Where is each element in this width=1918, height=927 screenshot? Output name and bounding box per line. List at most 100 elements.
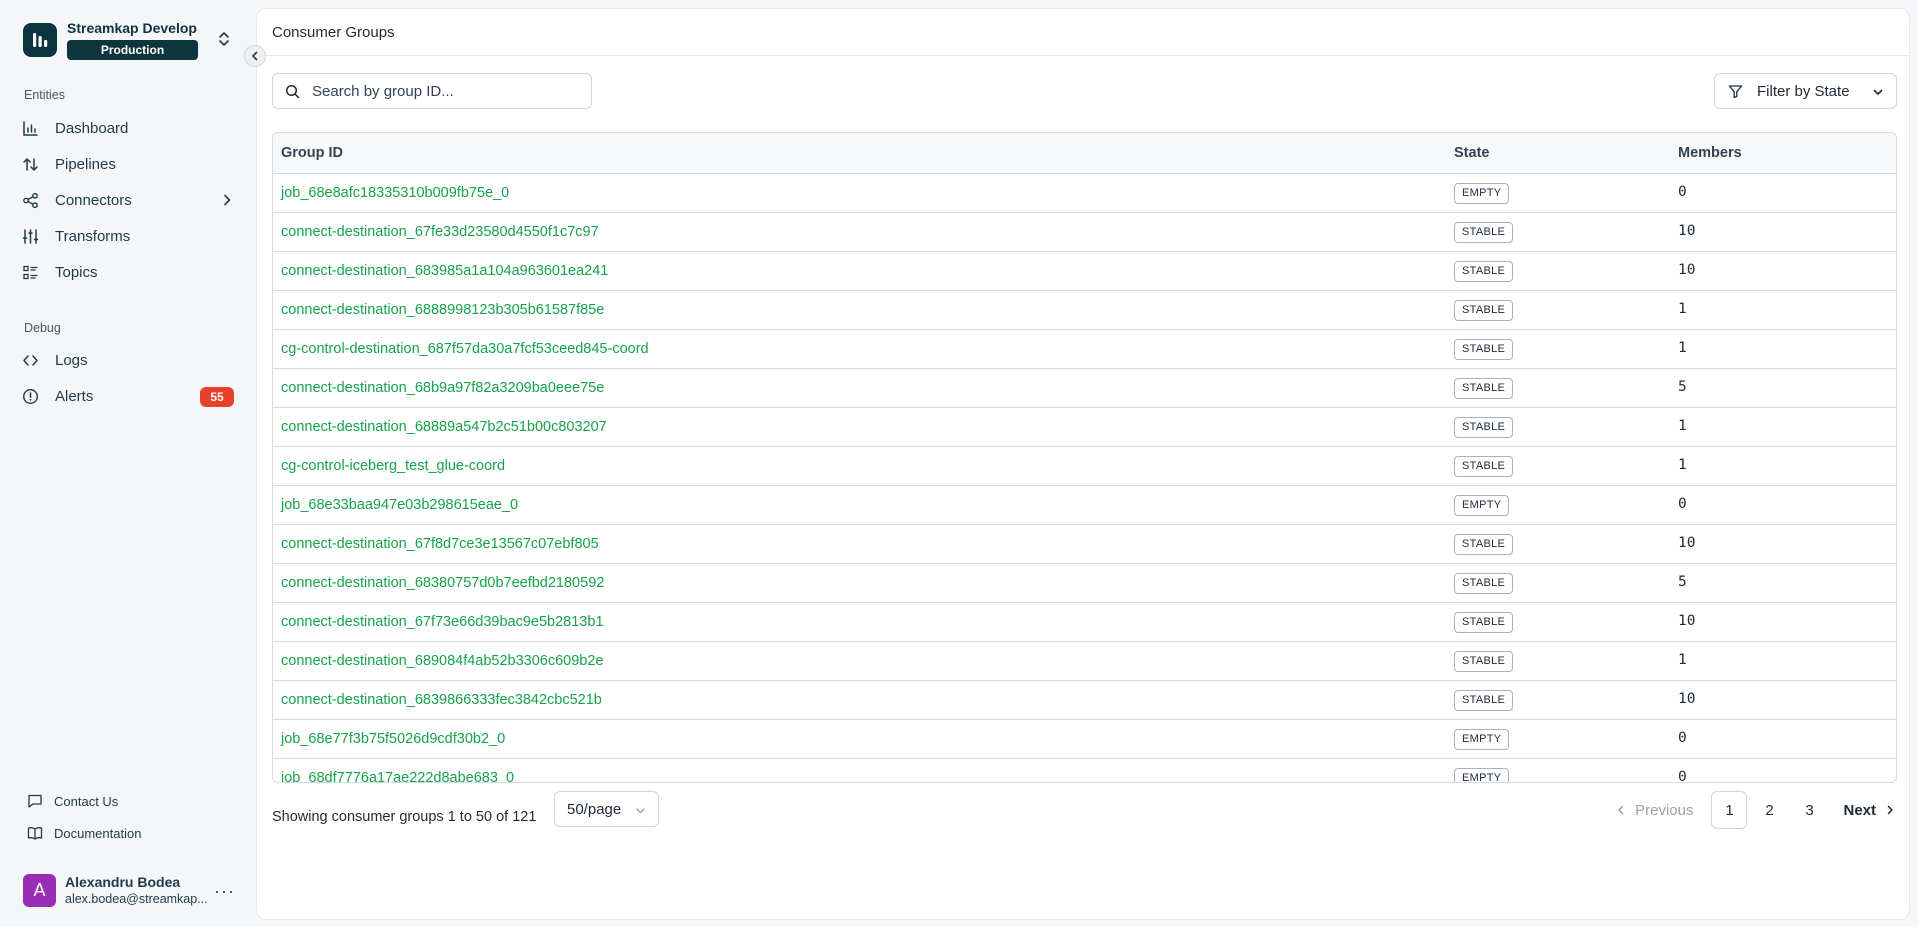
contact-us-label: Contact Us <box>54 793 119 809</box>
chevron-right-icon <box>1887 805 1893 815</box>
sidebar-item-label: Alerts <box>55 387 94 405</box>
search-icon <box>285 84 300 98</box>
members-count: 1 <box>1678 301 1687 317</box>
group-id-link[interactable]: connect-destination_67fe33d23580d4550f1c… <box>281 224 599 240</box>
group-id-link[interactable]: connect-destination_6839866333fec3842cbc… <box>281 692 602 708</box>
members-count: 10 <box>1678 613 1696 629</box>
user-menu[interactable]: A Alexandru Bodea alex.bodea@streamkap..… <box>23 873 235 907</box>
divider <box>257 55 1909 56</box>
state-badge: STABLE <box>1454 222 1514 243</box>
state-badge: STABLE <box>1454 417 1514 438</box>
alert-count-badge: 55 <box>200 387 234 407</box>
table-row[interactable]: job_68df7776a17ae222d8abe683_0 EMPTY 0 <box>273 759 1896 782</box>
share-icon <box>23 192 38 208</box>
header-members[interactable]: Members <box>1678 145 1742 161</box>
table-row[interactable]: cg-control-iceberg_test_glue-coord STABLE… <box>273 447 1896 486</box>
chevron-down-icon <box>636 808 645 814</box>
sidebar-item-label: Dashboard <box>55 119 129 137</box>
sidebar-item-connectors[interactable]: Connectors <box>22 185 234 215</box>
state-badge: STABLE <box>1454 261 1514 282</box>
consumer-groups-table: Group ID State Members job_68e8afc183353… <box>272 132 1897 783</box>
state-badge: STABLE <box>1454 573 1514 594</box>
documentation-link[interactable]: Documentation <box>27 825 141 841</box>
section-label-debug: Debug <box>24 321 61 335</box>
group-id-link[interactable]: job_68e77f3b75f5026d9cdf30b2_0 <box>281 731 505 747</box>
state-badge: EMPTY <box>1454 768 1510 782</box>
sidebar-item-transforms[interactable]: Transforms <box>22 221 234 251</box>
group-id-link[interactable]: connect-destination_6888998123b305b61587… <box>281 302 604 318</box>
table-row[interactable]: connect-destination_6888998123b305b61587… <box>273 291 1896 330</box>
group-id-link[interactable]: job_68e33baa947e03b298615eae_0 <box>281 497 518 513</box>
state-badge: STABLE <box>1454 534 1514 555</box>
table-header: Group ID State Members <box>273 133 1896 174</box>
page-2-button[interactable]: 2 <box>1751 791 1787 829</box>
members-count: 10 <box>1678 535 1696 551</box>
group-id-link[interactable]: connect-destination_68b9a97f82a3209ba0ee… <box>281 380 604 396</box>
members-count: 0 <box>1678 184 1687 200</box>
state-badge: STABLE <box>1454 300 1514 321</box>
group-id-link[interactable]: connect-destination_689084f4ab52b3306c60… <box>281 653 604 669</box>
members-count: 5 <box>1678 574 1687 590</box>
table-row[interactable]: connect-destination_68380757d0b7eefbd218… <box>273 564 1896 603</box>
sidebar-item-topics[interactable]: Topics <box>22 257 234 287</box>
page-size-select[interactable]: 50/page <box>554 791 659 827</box>
sidebar-item-label: Topics <box>55 263 98 281</box>
sidebar-item-dashboard[interactable]: Dashboard <box>22 113 234 143</box>
sidebar-item-label: Transforms <box>55 227 131 245</box>
state-badge: EMPTY <box>1454 183 1510 204</box>
group-id-link[interactable]: connect-destination_68889a547b2c51b00c80… <box>281 419 607 435</box>
group-id-link[interactable]: connect-destination_67f73e66d39bac9e5b28… <box>281 614 604 630</box>
table-row[interactable]: connect-destination_683985a1a104a963601e… <box>273 252 1896 291</box>
members-count: 1 <box>1678 418 1687 434</box>
table-row[interactable]: connect-destination_67fe33d23580d4550f1c… <box>273 213 1896 252</box>
members-count: 0 <box>1678 730 1687 746</box>
header-group-id[interactable]: Group ID <box>281 145 343 161</box>
table-row[interactable]: job_68e8afc18335310b009fb75e_0 EMPTY 0 <box>273 174 1896 213</box>
search-input[interactable] <box>312 82 572 100</box>
sidebar-item-pipelines[interactable]: Pipelines <box>22 149 234 179</box>
contact-us-link[interactable]: Contact Us <box>27 793 118 809</box>
sidebar-item-alerts[interactable]: Alerts 55 <box>22 381 234 411</box>
filter-by-state-dropdown[interactable]: Filter by State <box>1714 73 1897 109</box>
alert-icon <box>22 388 39 404</box>
table-row[interactable]: connect-destination_67f8d7ce3e13567c07eb… <box>273 525 1896 564</box>
chevron-left-icon <box>252 51 258 61</box>
pagination: Previous 1 2 3 Next <box>1615 791 1896 829</box>
group-id-link[interactable]: connect-destination_68380757d0b7eefbd218… <box>281 575 604 591</box>
more-options-icon[interactable]: ··· <box>214 881 235 902</box>
sidebar-item-logs[interactable]: Logs <box>22 345 234 375</box>
table-row[interactable]: connect-destination_68889a547b2c51b00c80… <box>273 408 1896 447</box>
table-row[interactable]: connect-destination_689084f4ab52b3306c60… <box>273 642 1896 681</box>
header-state[interactable]: State <box>1454 145 1489 161</box>
group-id-link[interactable]: connect-destination_683985a1a104a963601e… <box>281 263 608 279</box>
table-row[interactable]: connect-destination_6839866333fec3842cbc… <box>273 681 1896 720</box>
table-row[interactable]: job_68e77f3b75f5026d9cdf30b2_0 EMPTY 0 <box>273 720 1896 759</box>
group-id-link[interactable]: cg-control-iceberg_test_glue-coord <box>281 458 505 474</box>
state-badge: STABLE <box>1454 612 1514 633</box>
page-3-button[interactable]: 3 <box>1791 791 1827 829</box>
state-badge: EMPTY <box>1454 729 1510 750</box>
next-page-button[interactable]: Next <box>1843 802 1896 819</box>
table-row[interactable]: job_68e33baa947e03b298615eae_0 EMPTY 0 <box>273 486 1896 525</box>
previous-page-button[interactable]: Previous <box>1615 802 1693 819</box>
page-title: Consumer Groups <box>272 24 395 41</box>
state-badge: STABLE <box>1454 378 1514 399</box>
code-icon <box>23 354 38 366</box>
arrows-icon <box>23 157 38 171</box>
table-row[interactable]: connect-destination_68b9a97f82a3209ba0ee… <box>273 369 1896 408</box>
chevron-down-icon <box>1873 89 1883 95</box>
group-id-link[interactable]: cg-control-destination_687f57da30a7fcf53… <box>281 341 649 357</box>
page-1-button[interactable]: 1 <box>1711 791 1748 829</box>
collapse-sidebar-button[interactable] <box>244 45 266 67</box>
group-id-link[interactable]: job_68df7776a17ae222d8abe683_0 <box>281 770 514 782</box>
state-badge: STABLE <box>1454 456 1514 477</box>
group-id-link[interactable]: job_68e8afc18335310b009fb75e_0 <box>281 185 509 201</box>
org-switcher[interactable]: Streamkap Develop Production <box>23 20 198 60</box>
table-row[interactable]: cg-control-destination_687f57da30a7fcf53… <box>273 330 1896 369</box>
chevron-up-down-icon[interactable] <box>217 30 231 48</box>
members-count: 10 <box>1678 262 1696 278</box>
environment-badge: Production <box>67 40 198 60</box>
search-field[interactable] <box>272 73 592 109</box>
table-row[interactable]: connect-destination_67f73e66d39bac9e5b28… <box>273 603 1896 642</box>
group-id-link[interactable]: connect-destination_67f8d7ce3e13567c07eb… <box>281 536 599 552</box>
